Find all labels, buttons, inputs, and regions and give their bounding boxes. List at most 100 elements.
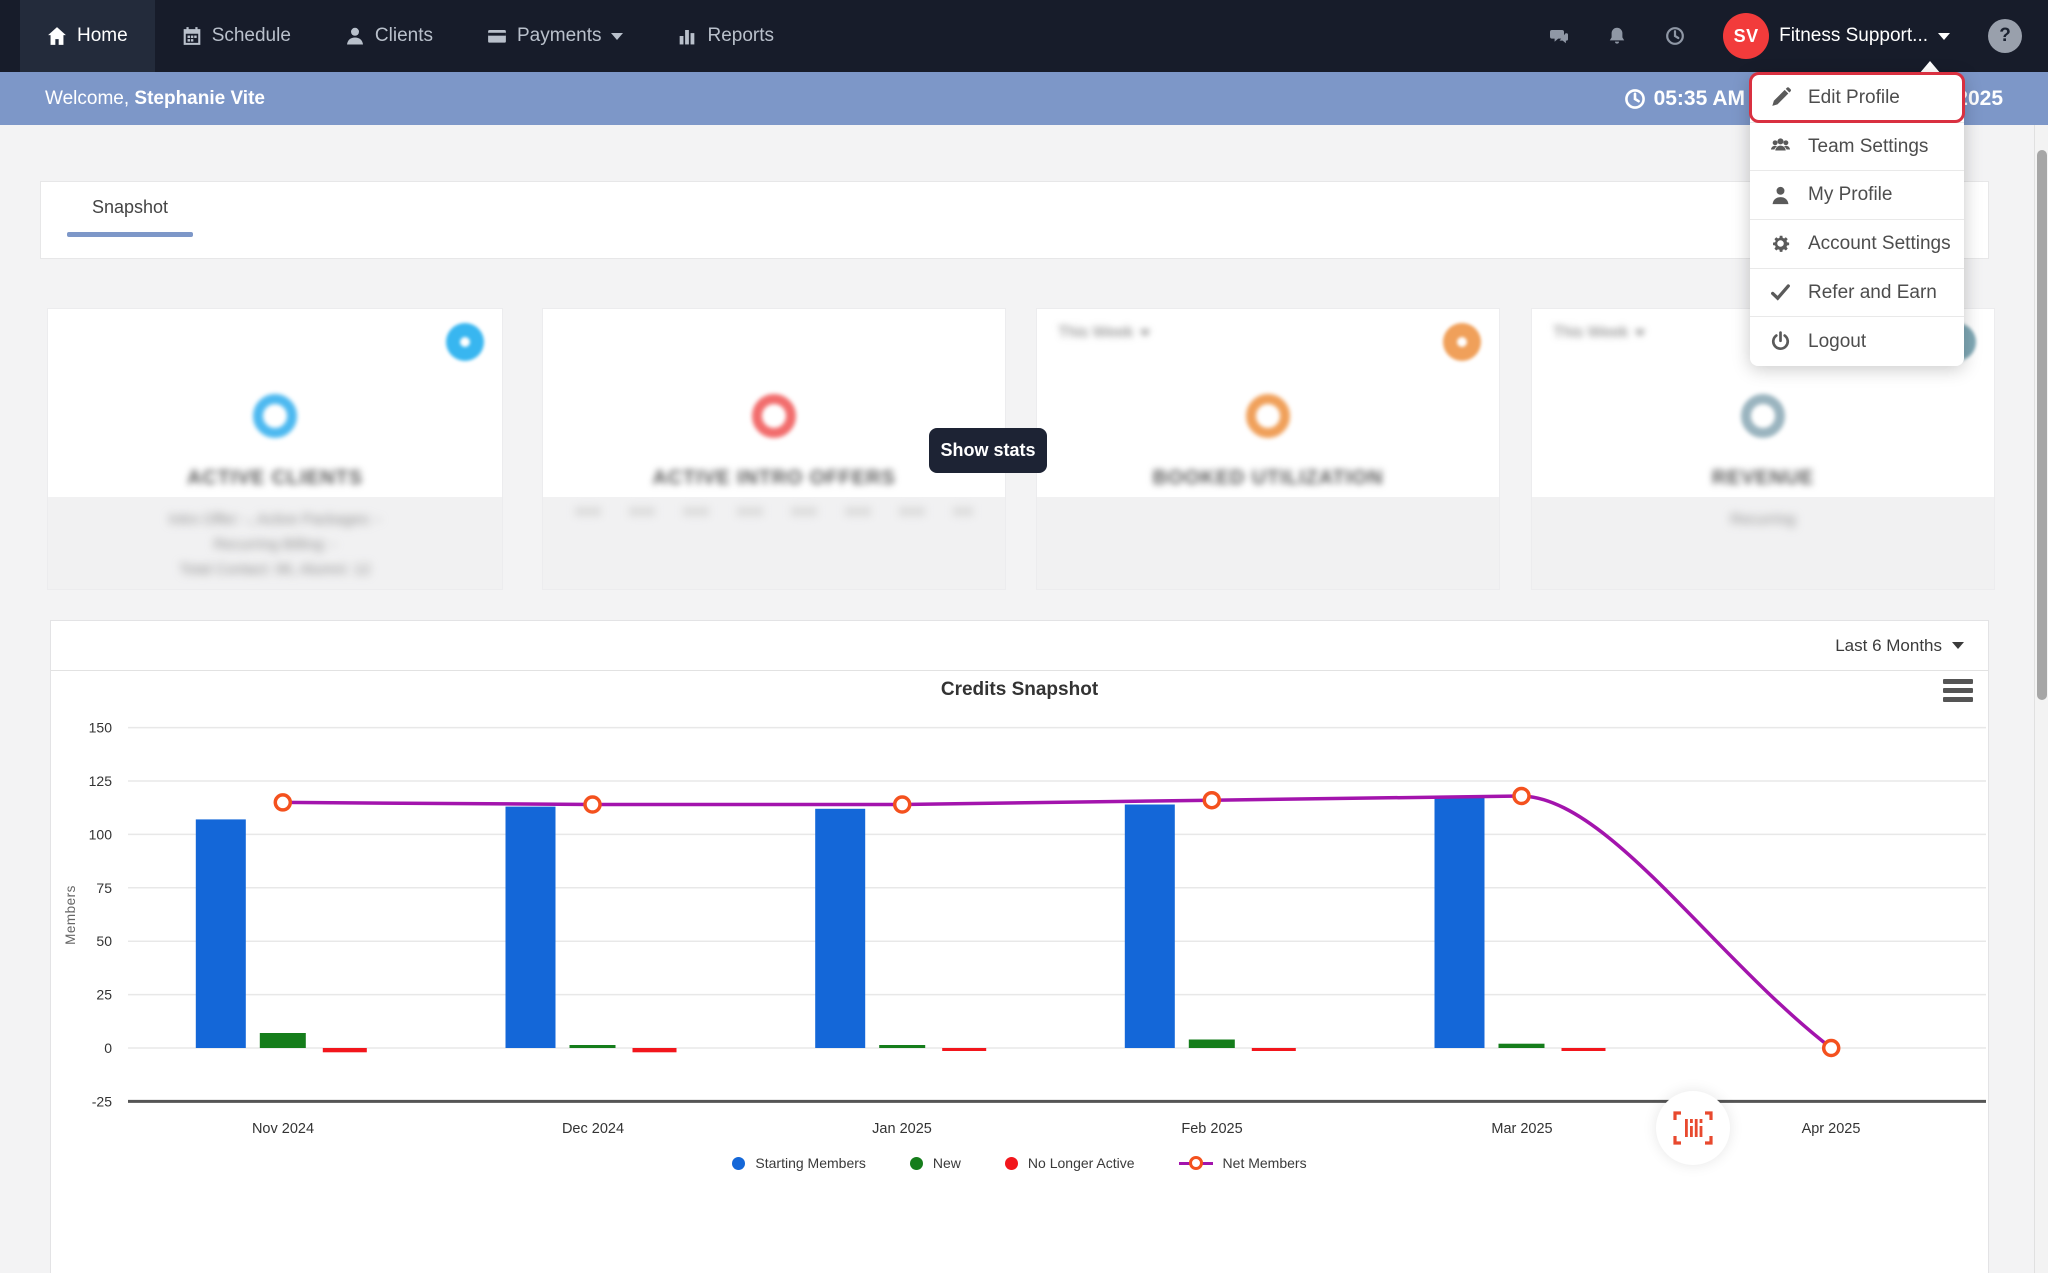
nav-item-label: Reports [707, 25, 774, 47]
home-icon [47, 26, 67, 46]
menu-item-label: Refer and Earn [1808, 282, 1937, 304]
svg-text:Members: Members [63, 885, 78, 945]
top-nav: Home Schedule Clients Payments Reports SV Fi… [0, 0, 2048, 72]
help-button[interactable]: ? [1988, 19, 2022, 53]
check-icon [1770, 282, 1791, 303]
footer-line: Recurring Billing: - [48, 532, 502, 557]
stat-card-booked-utilization: This Week BOOKED UTILIZATION [1036, 308, 1500, 590]
welcome-message: Welcome, Stephanie Vite [45, 88, 265, 110]
nav-item-home[interactable]: Home [20, 0, 155, 72]
stat-card-body: This Week BOOKED UTILIZATION [1037, 309, 1499, 497]
person-icon [345, 26, 365, 46]
nav-item-payments[interactable]: Payments [460, 0, 650, 72]
menu-item-label: Logout [1808, 331, 1866, 353]
bar-chart-icon [677, 26, 697, 46]
user-menu-list: Edit Profile Team Settings My Profile Accou… [1750, 74, 1964, 366]
svg-text:150: 150 [89, 720, 113, 736]
bell-icon[interactable] [1607, 26, 1627, 46]
welcome-prefix: Welcome, [45, 88, 129, 109]
svg-text:100: 100 [89, 826, 113, 842]
menu-item-my-profile[interactable]: My Profile [1750, 171, 1964, 220]
footer-line: Recurring [1532, 507, 1994, 532]
welcome-bar: Welcome, Stephanie Vite 05:35 AM 2025 [0, 72, 2048, 125]
nav-item-label: Clients [375, 25, 433, 47]
svg-text:Apr 2025: Apr 2025 [1802, 1121, 1861, 1137]
net-members-swatch [1179, 1156, 1213, 1170]
main-nav-items: Home Schedule Clients Payments Reports [0, 0, 801, 72]
avatar[interactable]: SV [1723, 13, 1769, 59]
calendar-icon [182, 26, 202, 46]
menu-arrow [1919, 61, 1941, 74]
chevron-down-icon [611, 33, 623, 40]
nav-item-schedule[interactable]: Schedule [155, 0, 318, 72]
donut-icon [253, 394, 297, 438]
menu-item-label: Edit Profile [1808, 87, 1900, 109]
donut-icon [1246, 394, 1290, 438]
menu-item-label: Account Settings [1808, 233, 1951, 255]
credits-snapshot-panel: Last 6 Months Credits Snapshot 150125100… [50, 620, 1989, 1273]
svg-text:50: 50 [96, 933, 112, 949]
stat-card-footer [1037, 497, 1499, 589]
menu-item-team-settings[interactable]: Team Settings [1750, 123, 1964, 172]
legend-label: New [933, 1155, 961, 1171]
card-period-dropdown[interactable]: This Week [1553, 324, 1645, 342]
user-name: Fitness Support... [1779, 25, 1928, 47]
nav-item-label: Payments [517, 25, 601, 47]
svg-text:Dec 2024: Dec 2024 [562, 1121, 624, 1137]
legend-label: Net Members [1223, 1155, 1307, 1171]
chat-icon[interactable] [1549, 26, 1569, 46]
legend-item-new[interactable]: New [910, 1155, 961, 1171]
card-period-dropdown[interactable]: This Week [1058, 324, 1150, 342]
tab-snapshot-label: Snapshot [67, 197, 193, 218]
legend-item-no-longer-active[interactable]: No Longer Active [1005, 1155, 1135, 1171]
svg-text:25: 25 [96, 987, 112, 1003]
footer-dashes [575, 507, 972, 516]
nav-item-reports[interactable]: Reports [650, 0, 801, 72]
nav-item-label: Home [77, 25, 128, 47]
legend-label: No Longer Active [1028, 1155, 1135, 1171]
barcode-scan-widget[interactable] [1656, 1091, 1730, 1165]
barcode-icon [1671, 1111, 1715, 1145]
power-icon [1770, 331, 1791, 352]
team-icon [1770, 136, 1791, 157]
card-info-badge[interactable] [1443, 323, 1481, 361]
legend-dot [732, 1157, 745, 1170]
menu-item-account-settings[interactable]: Account Settings [1750, 220, 1964, 269]
tab-active-underline [67, 232, 193, 237]
user-menu-trigger[interactable]: SV Fitness Support... [1723, 13, 1950, 59]
legend-item-net-members[interactable]: Net Members [1179, 1155, 1307, 1171]
legend-item-starting-members[interactable]: Starting Members [732, 1155, 865, 1171]
menu-item-edit-profile[interactable]: Edit Profile [1750, 74, 1964, 123]
stat-card-footer: Recurring [1532, 497, 1994, 589]
tab-snapshot[interactable]: Snapshot [67, 182, 193, 237]
svg-text:0: 0 [104, 1040, 112, 1056]
legend-dot [910, 1157, 923, 1170]
chevron-down-icon [1938, 33, 1950, 40]
menu-item-label: My Profile [1808, 184, 1892, 206]
stat-card-title: REVENUE [1532, 467, 1994, 490]
time-text: 05:35 AM [1654, 87, 1745, 111]
credit-card-icon [487, 26, 507, 46]
gear-icon [1770, 233, 1791, 254]
svg-text:Mar 2025: Mar 2025 [1491, 1121, 1552, 1137]
scrollbar-thumb[interactable] [2037, 150, 2047, 700]
legend-dot [1005, 1157, 1018, 1170]
clock-icon [1624, 88, 1646, 110]
menu-item-refer-and-earn[interactable]: Refer and Earn [1750, 269, 1964, 318]
svg-text:Nov 2024: Nov 2024 [252, 1121, 314, 1137]
card-info-badge[interactable] [446, 323, 484, 361]
nav-item-clients[interactable]: Clients [318, 0, 460, 72]
stat-card-active-clients: ACTIVE CLIENTSIntro Offer: -, Active Pac… [47, 308, 503, 590]
clock-icon[interactable] [1665, 26, 1685, 46]
welcome-user-name: Stephanie Vite [134, 88, 265, 109]
show-stats-button[interactable]: Show stats [929, 428, 1047, 473]
svg-text:-25: -25 [92, 1093, 112, 1109]
svg-text:125: 125 [89, 773, 113, 789]
menu-item-logout[interactable]: Logout [1750, 317, 1964, 366]
current-time: 05:35 AM [1624, 87, 1745, 111]
stat-card-footer [543, 497, 1005, 589]
stat-card-title: BOOKED UTILIZATION [1037, 467, 1499, 490]
svg-text:Jan 2025: Jan 2025 [872, 1121, 932, 1137]
nav-item-label: Schedule [212, 25, 291, 47]
scrollbar-track[interactable] [2034, 125, 2048, 1273]
